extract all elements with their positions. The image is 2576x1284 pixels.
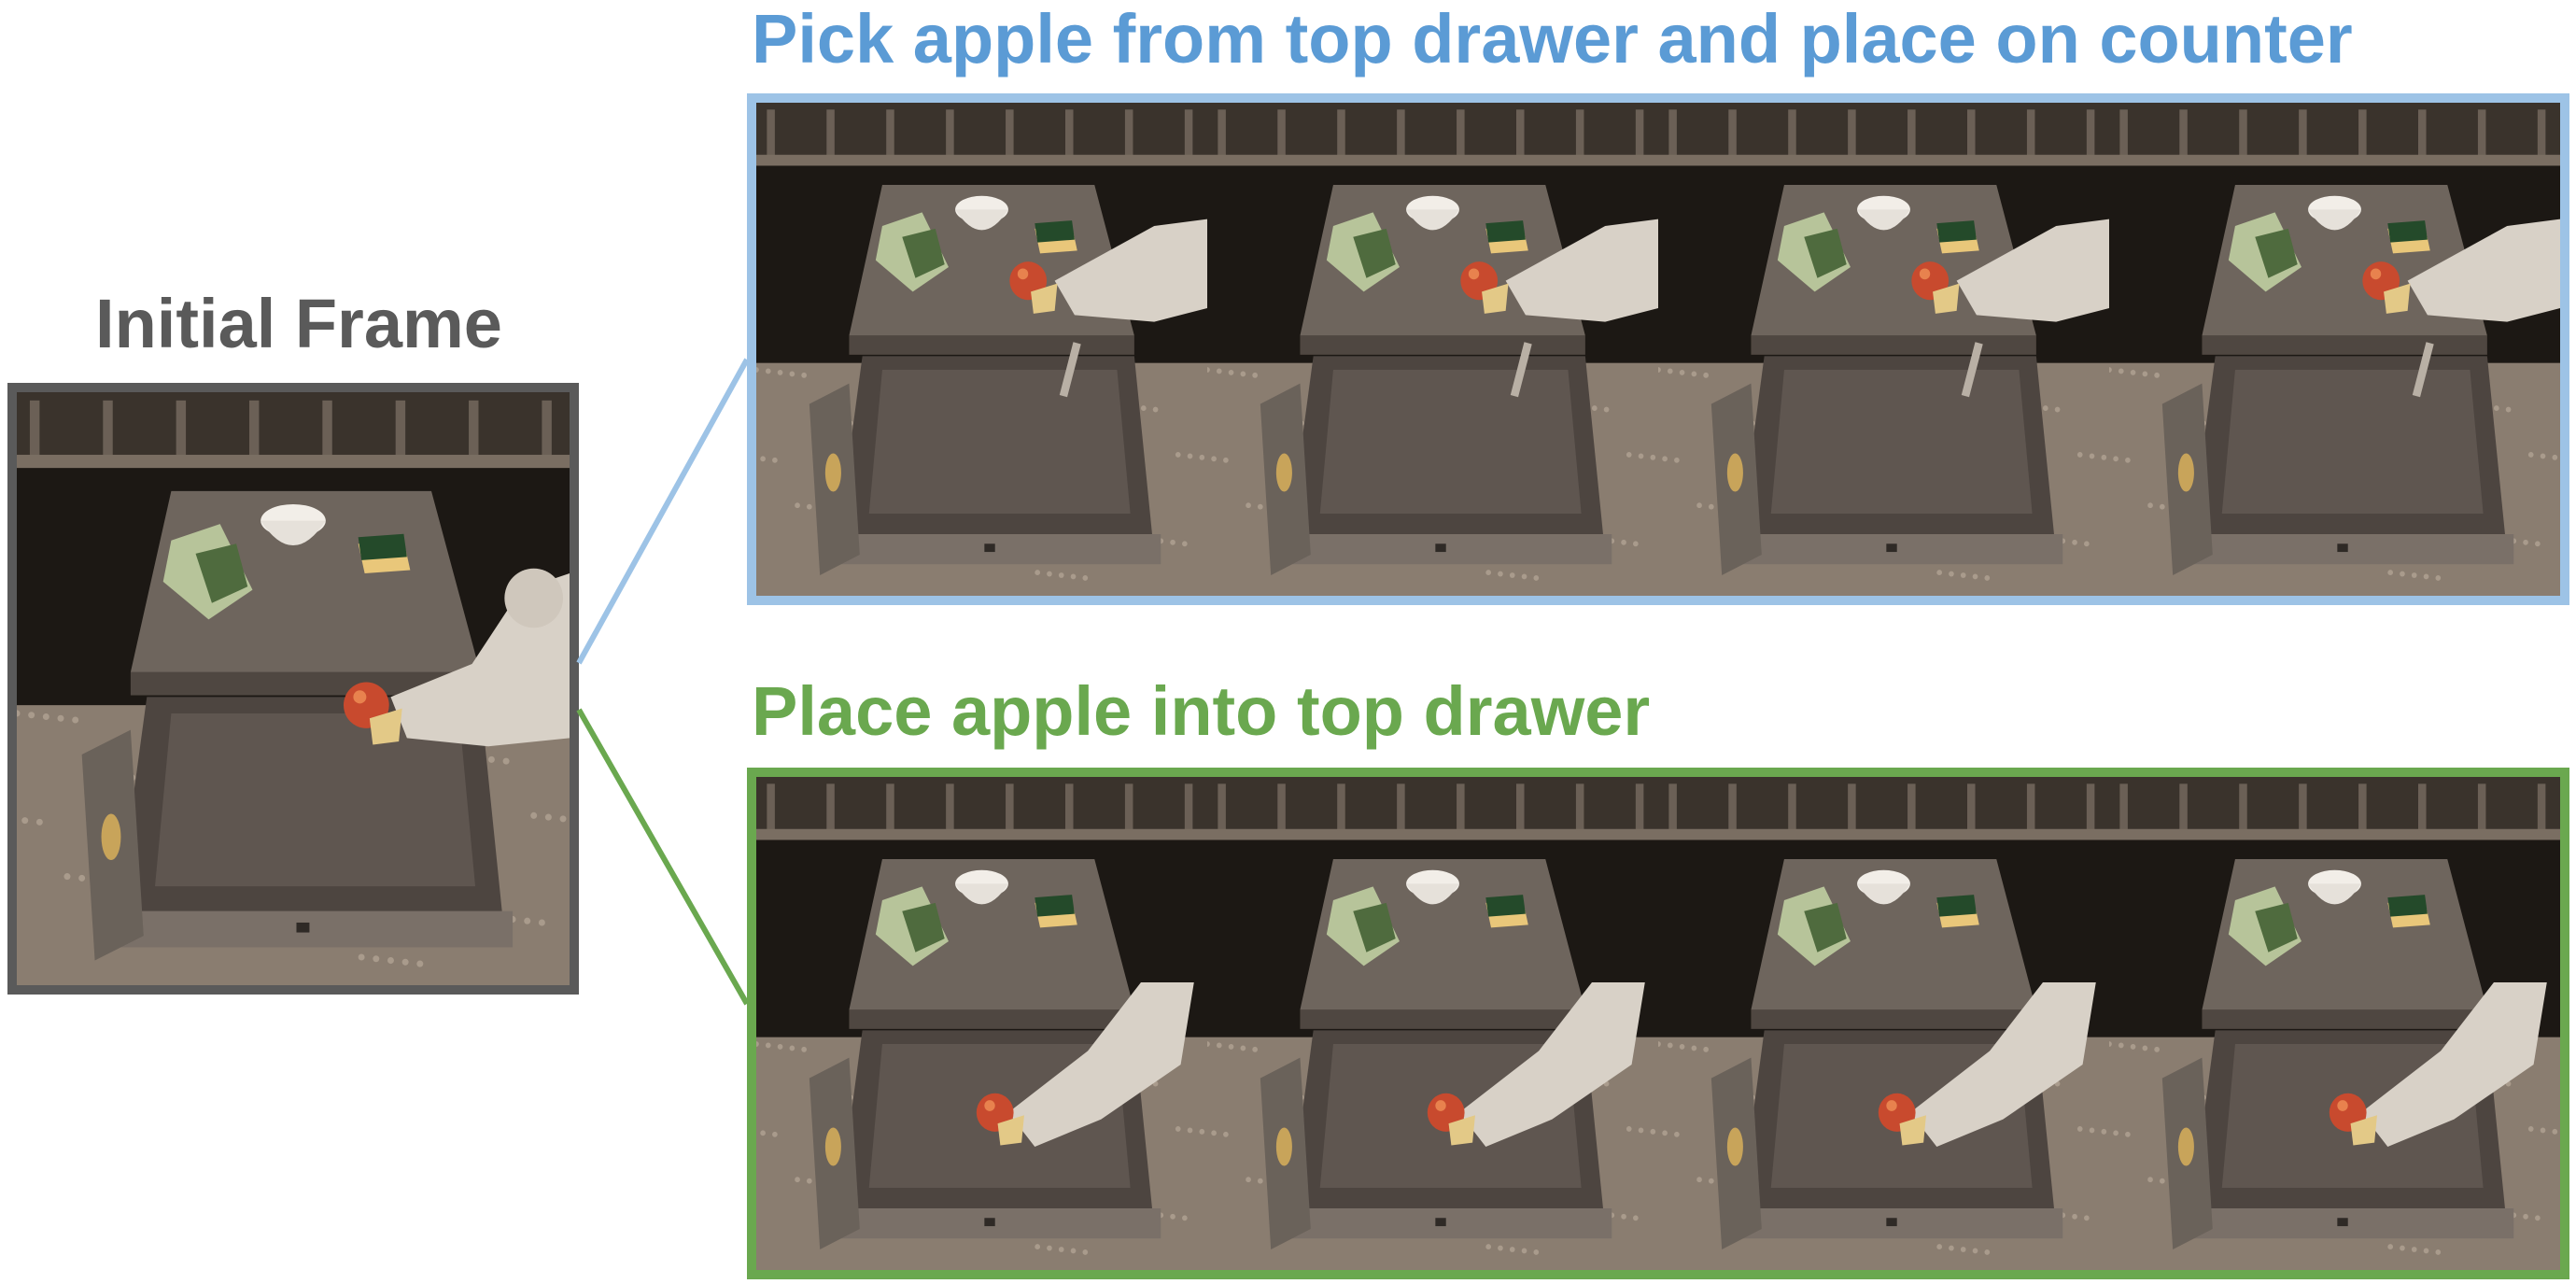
initial-frame-image xyxy=(7,383,579,995)
rollout-title-place-apple: Place apple into top drawer xyxy=(752,672,1651,750)
rollout-strip-place-apple xyxy=(747,768,2569,1279)
initial-frame-title: Initial Frame xyxy=(95,285,502,362)
rollout-1-frame-4 xyxy=(2109,103,2560,596)
rollout-2-frame-3 xyxy=(1658,777,2109,1270)
rollout-2-frame-4 xyxy=(2109,777,2560,1270)
rollout-2-frame-2 xyxy=(1207,777,1658,1270)
rollout-2-frame-1 xyxy=(756,777,1207,1270)
rollout-title-pick-apple: Pick apple from top drawer and place on … xyxy=(752,0,2353,78)
connector-line-bottom xyxy=(576,708,750,1006)
rollout-1-frame-2 xyxy=(1207,103,1658,596)
rollout-1-frame-1 xyxy=(756,103,1207,596)
connector-line-top xyxy=(576,358,750,665)
rollout-strip-pick-apple xyxy=(747,93,2569,605)
rollout-1-frame-3 xyxy=(1658,103,2109,596)
